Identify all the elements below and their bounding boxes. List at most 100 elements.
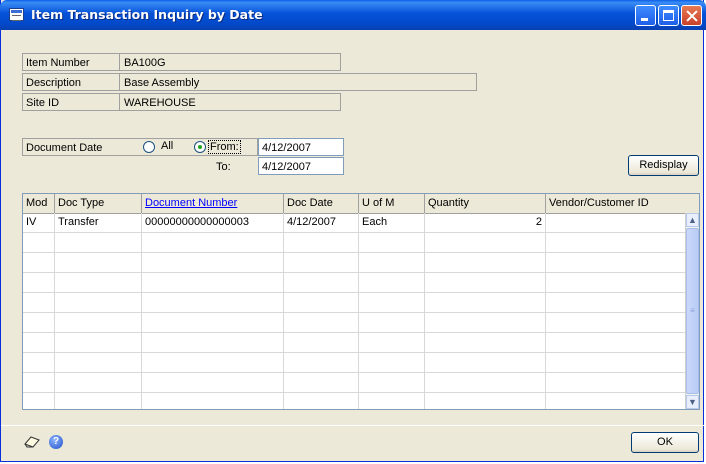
empty-cell — [359, 393, 425, 409]
col-mod[interactable]: Mod — [23, 194, 55, 213]
ok-button[interactable]: OK — [631, 432, 699, 453]
from-radio[interactable] — [194, 141, 206, 153]
empty-cell — [142, 273, 284, 292]
empty-table-row[interactable] — [23, 313, 686, 333]
empty-cell — [23, 233, 55, 252]
empty-cell — [284, 253, 359, 272]
redisplay-button[interactable]: Redisplay — [628, 155, 699, 176]
title-bar[interactable]: Item Transaction Inquiry by Date — [0, 0, 706, 30]
empty-cell — [359, 293, 425, 312]
empty-cell — [23, 253, 55, 272]
empty-table-row[interactable] — [23, 373, 686, 393]
empty-cell — [546, 393, 686, 409]
empty-cell — [23, 273, 55, 292]
empty-cell — [142, 293, 284, 312]
cell-vendor-customer-id — [546, 213, 686, 232]
empty-cell — [425, 353, 546, 372]
window-icon — [9, 8, 24, 21]
empty-table-row[interactable] — [23, 393, 686, 409]
empty-table-row[interactable] — [23, 253, 686, 273]
empty-cell — [142, 313, 284, 332]
site-id-value: WAREHOUSE — [119, 93, 341, 111]
empty-cell — [142, 373, 284, 392]
empty-cell — [359, 313, 425, 332]
empty-cell — [55, 253, 142, 272]
empty-cell — [425, 273, 546, 292]
scroll-thumb[interactable]: ≡ — [686, 228, 699, 394]
description-label: Description — [22, 73, 120, 91]
grid-scrollbar[interactable]: ▲ ≡ ▼ — [685, 213, 699, 409]
document-date-label: Document Date — [26, 142, 103, 154]
footer-divider — [1, 425, 705, 426]
help-icon[interactable]: ? — [49, 435, 63, 449]
all-radio[interactable] — [143, 141, 155, 153]
empty-cell — [55, 353, 142, 372]
empty-cell — [359, 233, 425, 252]
cell-document-number[interactable]: 00000000000000003 — [142, 213, 284, 232]
cell-quantity: 2 — [425, 213, 546, 232]
description-value: Base Assembly — [119, 73, 477, 91]
empty-table-row[interactable] — [23, 333, 686, 353]
empty-cell — [425, 233, 546, 252]
empty-cell — [284, 293, 359, 312]
empty-cell — [55, 373, 142, 392]
col-quantity[interactable]: Quantity — [425, 194, 546, 213]
empty-cell — [142, 333, 284, 352]
empty-cell — [284, 333, 359, 352]
empty-table-row[interactable] — [23, 353, 686, 373]
empty-cell — [55, 333, 142, 352]
empty-cell — [142, 253, 284, 272]
site-id-label: Site ID — [22, 93, 120, 111]
scroll-down-icon[interactable]: ▼ — [686, 395, 699, 409]
col-u-of-m[interactable]: U of M — [359, 194, 425, 213]
empty-cell — [284, 393, 359, 409]
to-date-input[interactable]: 4/12/2007 — [258, 157, 344, 175]
col-vendor-customer-id[interactable]: Vendor/Customer ID — [546, 194, 699, 213]
empty-cell — [284, 353, 359, 372]
empty-table-row[interactable] — [23, 233, 686, 253]
empty-cell — [284, 313, 359, 332]
scroll-up-icon[interactable]: ▲ — [686, 213, 699, 227]
empty-cell — [23, 293, 55, 312]
col-document-number[interactable]: Document Number — [142, 194, 284, 213]
from-date-input[interactable]: 4/12/2007 — [258, 138, 344, 156]
empty-table-row[interactable] — [23, 293, 686, 313]
table-row[interactable]: IV Transfer 00000000000000003 4/12/2007 … — [23, 213, 686, 233]
empty-cell — [546, 373, 686, 392]
empty-cell — [55, 313, 142, 332]
maximize-button[interactable] — [658, 5, 679, 26]
empty-table-row[interactable] — [23, 273, 686, 293]
col-doc-date[interactable]: Doc Date — [284, 194, 359, 213]
empty-cell — [142, 233, 284, 252]
all-radio-label[interactable]: All — [161, 140, 173, 152]
empty-cell — [142, 353, 284, 372]
window: Item Transaction Inquiry by Date Item Nu… — [0, 0, 706, 462]
empty-cell — [425, 333, 546, 352]
window-title: Item Transaction Inquiry by Date — [31, 7, 263, 22]
close-button[interactable] — [681, 5, 702, 26]
empty-cell — [425, 373, 546, 392]
empty-cell — [425, 293, 546, 312]
from-radio-label[interactable]: From: — [208, 140, 241, 154]
empty-cell — [546, 233, 686, 252]
item-number-label: Item Number — [22, 53, 120, 71]
empty-cell — [546, 293, 686, 312]
item-number-value: BA100G — [119, 53, 341, 71]
empty-cell — [546, 353, 686, 372]
note-icon[interactable] — [23, 435, 41, 449]
minimize-button[interactable] — [635, 5, 656, 26]
empty-cell — [359, 353, 425, 372]
empty-cell — [284, 373, 359, 392]
empty-cell — [284, 273, 359, 292]
empty-cell — [55, 233, 142, 252]
grid-header: Mod Doc Type Document Number Doc Date U … — [23, 194, 699, 214]
cell-u-of-m: Each — [359, 213, 425, 232]
empty-cell — [546, 313, 686, 332]
empty-cell — [23, 333, 55, 352]
empty-cell — [55, 393, 142, 409]
col-doc-type[interactable]: Doc Type — [55, 194, 142, 213]
empty-cell — [23, 373, 55, 392]
empty-cell — [425, 313, 546, 332]
empty-cell — [359, 373, 425, 392]
transactions-grid: Mod Doc Type Document Number Doc Date U … — [22, 193, 700, 410]
